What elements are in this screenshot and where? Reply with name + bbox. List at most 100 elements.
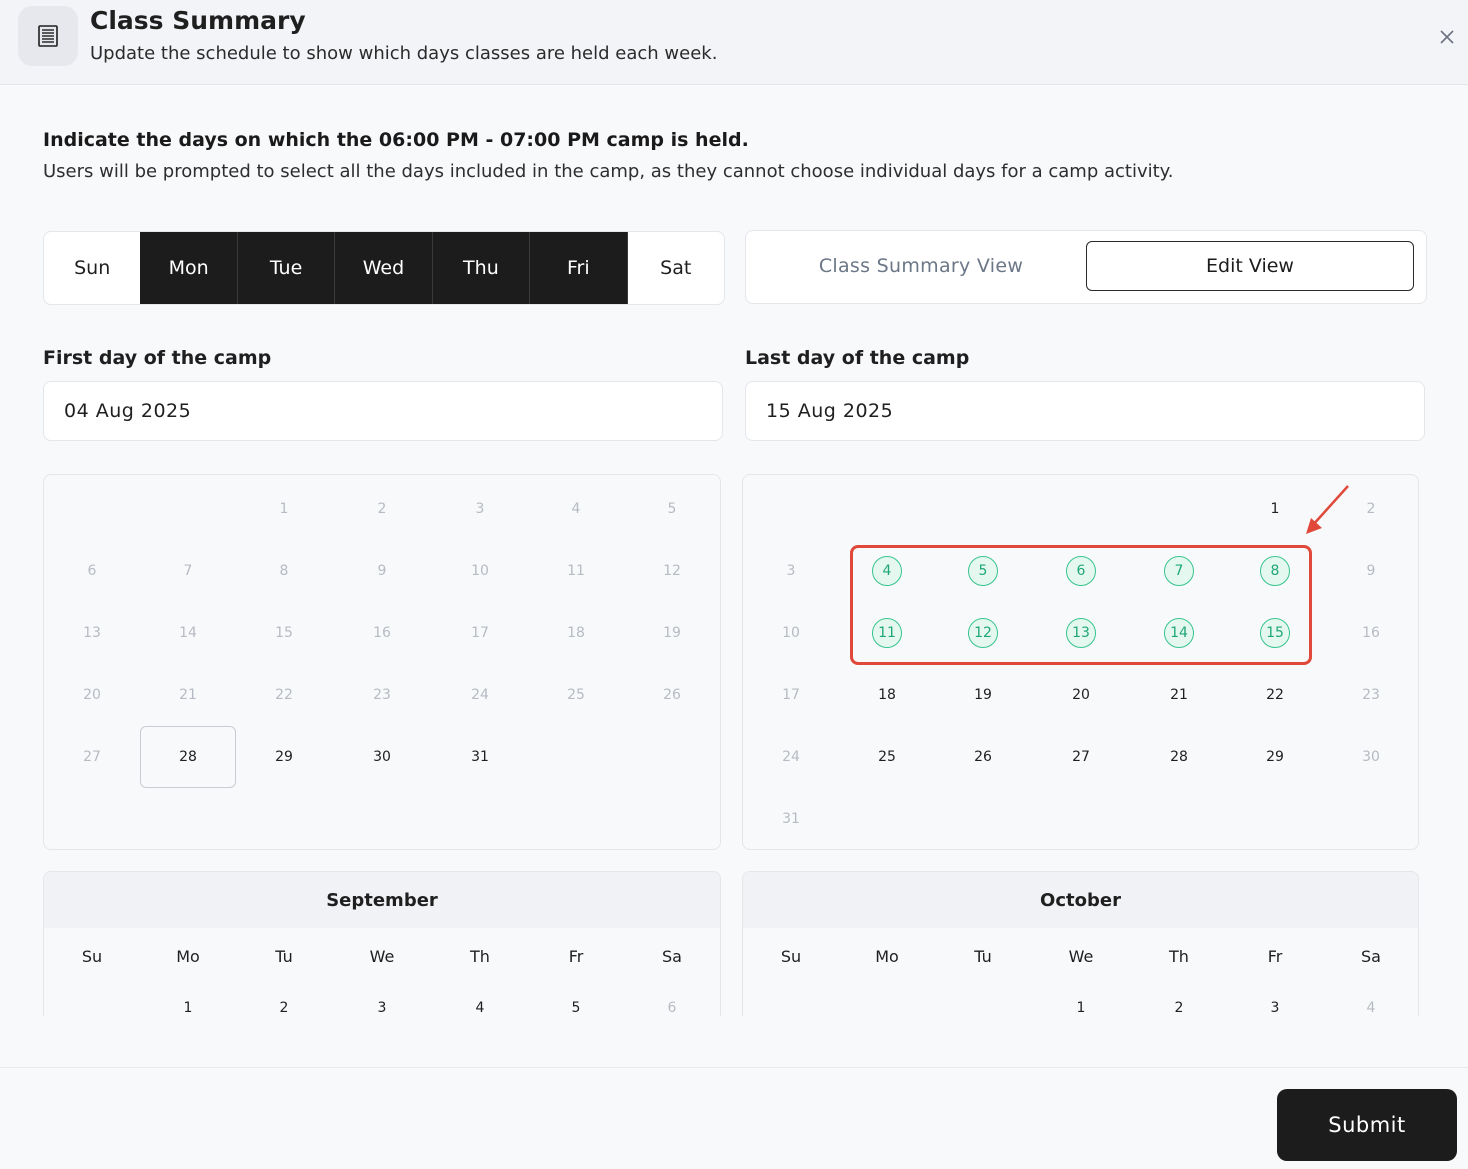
calendar-day[interactable]: 27 [44, 726, 140, 788]
calendar-july: 1 2 3 4 5 6 7 8 9 10 11 12 13 14 15 16 17 18 19 20 21 22 23 24 2… [43, 474, 721, 850]
calendar-day[interactable]: 18 [839, 664, 935, 726]
calendar-day[interactable]: 4 [528, 478, 624, 540]
calendar-day[interactable]: 9 [1323, 540, 1418, 602]
calendar-day[interactable]: 19 [624, 602, 720, 664]
calendar-day[interactable]: 11 [528, 540, 624, 602]
highlight-annotation-box [850, 545, 1312, 665]
calendar-day[interactable]: 30 [1323, 726, 1418, 788]
calendar-day[interactable]: 9 [334, 540, 430, 602]
weekday-label: Fr [1267, 946, 1283, 966]
submit-button[interactable]: Submit [1277, 1089, 1457, 1161]
calendar-day[interactable]: 3 [743, 540, 839, 602]
calendar-week-row: 31 [743, 788, 1418, 849]
calendar-day[interactable]: 3 [432, 478, 528, 540]
calendar-day[interactable]: 26 [935, 726, 1031, 788]
calendar-day[interactable]: 30 [334, 726, 430, 788]
weekday-label: Mo [176, 946, 200, 966]
calendar-day[interactable]: 7 [140, 540, 236, 602]
calendar-day[interactable]: 2 [236, 984, 332, 1016]
edit-view-button[interactable]: Edit View [1086, 241, 1414, 291]
annotation-arrow-icon [1306, 485, 1349, 534]
calendar-day[interactable]: 29 [1227, 726, 1323, 788]
weekday-label: Mo [875, 946, 899, 966]
calendar-day[interactable]: 4 [432, 984, 528, 1016]
calendar-day[interactable]: 16 [1323, 602, 1418, 664]
weekday-header-row: Su Mo Tu We Th Fr Sa [743, 928, 1418, 984]
document-list-icon [18, 6, 78, 66]
calendar-october: October Su Mo Tu We Th Fr Sa 1 2 3 4 [742, 871, 1419, 1016]
calendar-week-row: 13 14 15 16 17 18 19 [44, 602, 720, 664]
calendar-day[interactable]: 3 [1227, 984, 1323, 1016]
calendar-day[interactable]: 17 [743, 664, 839, 726]
calendar-day[interactable]: 21 [1131, 664, 1227, 726]
weekday-label: We [1068, 946, 1094, 966]
calendar-day[interactable]: 1 [236, 478, 332, 540]
last-day-label: Last day of the camp [745, 347, 970, 369]
calendar-day[interactable]: 27 [1033, 726, 1129, 788]
calendar-day[interactable]: 10 [432, 540, 528, 602]
intro-heading: Indicate the days on which the 06:00 PM … [43, 129, 749, 151]
calendar-day[interactable]: 12 [624, 540, 720, 602]
first-day-input[interactable]: 04 Aug 2025 [43, 381, 723, 441]
day-toggle-fri[interactable]: Fri [530, 232, 628, 304]
calendar-day[interactable]: 31 [432, 726, 528, 788]
calendar-day[interactable]: 22 [236, 664, 332, 726]
calendar-week-row: 12345 [44, 478, 720, 540]
calendar-day[interactable]: 6 [624, 984, 720, 1016]
calendar-day[interactable]: 6 [44, 540, 140, 602]
calendar-day[interactable]: 2 [1131, 984, 1227, 1016]
calendar-day[interactable]: 1 [1033, 984, 1129, 1016]
close-icon[interactable] [1434, 24, 1460, 50]
calendar-day[interactable]: 25 [839, 726, 935, 788]
day-toggle-tue[interactable]: Tue [237, 232, 336, 304]
calendar-day[interactable]: 16 [334, 602, 430, 664]
calendar-day[interactable]: 23 [334, 664, 430, 726]
day-toggle-sat[interactable]: Sat [628, 232, 724, 304]
calendar-week-row: 6 7 8 9 10 11 12 [44, 540, 720, 602]
calendar-day[interactable]: 24 [743, 726, 839, 788]
calendar-day[interactable]: 24 [432, 664, 528, 726]
day-toggle-wed[interactable]: Wed [335, 232, 433, 304]
calendar-day[interactable]: 14 [140, 602, 236, 664]
calendar-day[interactable]: 17 [432, 602, 528, 664]
calendar-day[interactable]: 5 [624, 478, 720, 540]
calendar-day[interactable]: 5 [528, 984, 624, 1016]
day-toggle-thu[interactable]: Thu [432, 232, 531, 304]
modal-header: Class Summary Update the schedule to sho… [0, 0, 1468, 85]
weekday-label: Th [1169, 946, 1189, 966]
calendar-week-row: 27 28 29 30 31 [44, 726, 720, 788]
day-toggle-mon[interactable]: Mon [140, 232, 238, 304]
calendar-day[interactable]: 20 [44, 664, 140, 726]
calendar-week-row: 123456 [44, 984, 720, 1016]
calendar-day[interactable]: 21 [140, 664, 236, 726]
calendar-day[interactable]: 22 [1227, 664, 1323, 726]
weekday-label: Fr [568, 946, 584, 966]
modal-title: Class Summary [90, 6, 306, 35]
view-toggle: Class Summary View Edit View [745, 230, 1427, 304]
calendar-day[interactable]: 18 [528, 602, 624, 664]
calendar-day[interactable]: 10 [743, 602, 839, 664]
last-day-input[interactable]: 15 Aug 2025 [745, 381, 1425, 441]
calendar-day[interactable]: 8 [236, 540, 332, 602]
weekday-label: Sa [1361, 946, 1381, 966]
calendar-day[interactable]: 23 [1323, 664, 1418, 726]
weekday-label: Tu [974, 946, 992, 966]
day-toggle-sun[interactable]: Sun [44, 232, 140, 304]
calendar-day[interactable]: 4 [1323, 984, 1418, 1016]
calendar-day[interactable]: 13 [44, 602, 140, 664]
calendar-day[interactable]: 29 [236, 726, 332, 788]
calendar-day-today[interactable]: 28 [140, 726, 236, 788]
calendar-day[interactable]: 1 [140, 984, 236, 1016]
calendar-day[interactable]: 15 [236, 602, 332, 664]
calendar-day[interactable]: 20 [1033, 664, 1129, 726]
calendar-day[interactable]: 26 [624, 664, 720, 726]
calendar-day[interactable]: 25 [528, 664, 624, 726]
calendar-day[interactable]: 31 [743, 788, 839, 849]
calendar-day[interactable]: 3 [334, 984, 430, 1016]
month-name: October [743, 872, 1418, 928]
calendar-day[interactable]: 2 [334, 478, 430, 540]
class-summary-view-button[interactable]: Class Summary View [756, 241, 1086, 291]
modal-footer [0, 1067, 1468, 1169]
calendar-day[interactable]: 19 [935, 664, 1031, 726]
calendar-day[interactable]: 28 [1131, 726, 1227, 788]
